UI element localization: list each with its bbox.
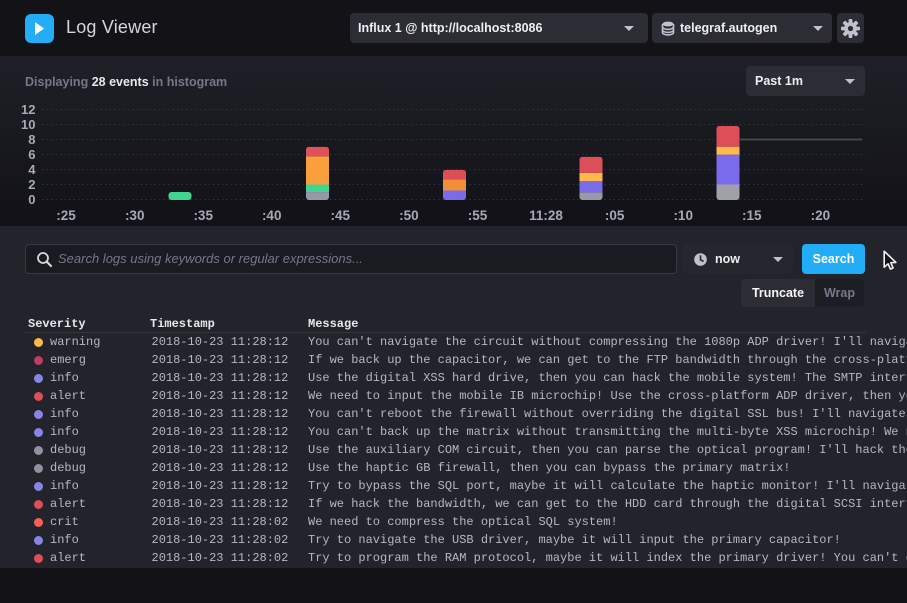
svg-text::10: :10 <box>673 208 693 223</box>
svg-text::55: :55 <box>468 208 488 223</box>
svg-text::15: :15 <box>742 208 762 223</box>
svg-text:2: 2 <box>28 177 35 192</box>
svg-text::20: :20 <box>811 208 831 223</box>
svg-text::05: :05 <box>605 208 625 223</box>
svg-text::45: :45 <box>331 208 351 223</box>
svg-text:0: 0 <box>28 192 35 207</box>
svg-text:6: 6 <box>28 147 35 162</box>
svg-text:12: 12 <box>21 102 35 117</box>
svg-text::35: :35 <box>193 208 213 223</box>
svg-text:8: 8 <box>28 132 35 147</box>
svg-text:11:28: 11:28 <box>529 208 563 223</box>
svg-text::50: :50 <box>399 208 419 223</box>
svg-text::40: :40 <box>262 208 282 223</box>
svg-text:4: 4 <box>28 162 36 177</box>
svg-text::30: :30 <box>125 208 145 223</box>
svg-text:10: 10 <box>21 117 35 132</box>
svg-text::25: :25 <box>56 208 76 223</box>
